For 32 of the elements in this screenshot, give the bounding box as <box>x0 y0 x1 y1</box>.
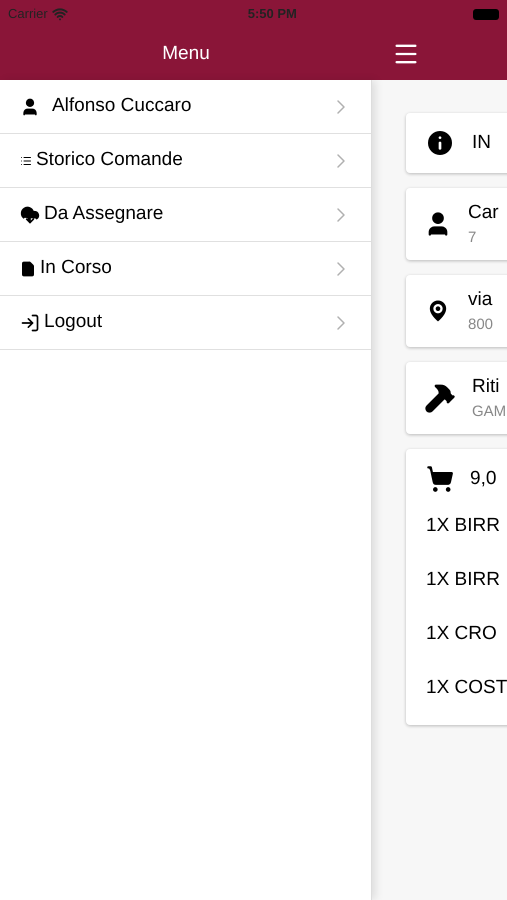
card-title: Car <box>468 200 499 224</box>
menu-title: Menu <box>162 42 210 66</box>
order-line: 1X COST <box>426 676 507 700</box>
order-line: 1X CRO <box>426 622 497 646</box>
menu-item-label: Storico Comande <box>36 148 183 172</box>
menu-item-label: Alfonso Cuccaro <box>52 94 192 118</box>
order-line: 1X BIRR <box>426 514 500 538</box>
document-icon <box>20 260 36 276</box>
menu-item-label: Logout <box>44 310 102 334</box>
order-line: 1X BIRR <box>426 568 500 592</box>
menu-item[interactable]: Logout <box>0 296 371 350</box>
wifi-icon <box>52 6 68 22</box>
logout-icon <box>20 312 40 332</box>
menu-item-label: In Corso <box>40 256 112 280</box>
menu-item[interactable]: Storico Comande <box>0 134 371 188</box>
menu-item[interactable]: In Corso <box>0 242 371 296</box>
card-subtitle: 800 <box>468 315 494 335</box>
card-subtitle: 7 <box>468 228 478 248</box>
clock: 5:50 PM <box>248 5 297 24</box>
cart-icon <box>426 465 454 493</box>
menu-item[interactable]: Alfonso Cuccaro <box>0 80 371 134</box>
card-title: Riti <box>472 374 500 398</box>
card-subtitle: GAM <box>472 402 506 422</box>
cloud-download-icon <box>20 204 40 224</box>
hammer-icon <box>424 382 456 414</box>
menu-item-label: Da Assegnare <box>44 202 164 226</box>
battery-icon <box>473 8 499 20</box>
card-title: IN <box>472 130 491 155</box>
carrier-label: Carrier <box>8 5 48 24</box>
menu-item[interactable]: Da Assegnare <box>0 188 371 242</box>
card-title: via <box>468 288 494 312</box>
order-total: 9,0 <box>470 466 496 491</box>
